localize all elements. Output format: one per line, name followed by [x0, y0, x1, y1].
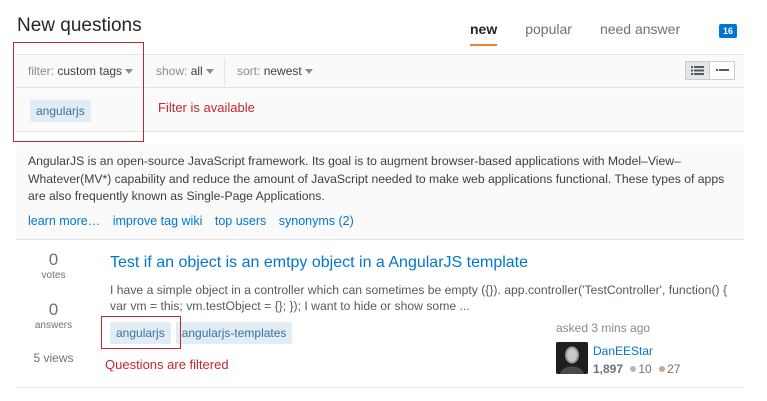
show-dropdown[interactable]: show: all — [156, 64, 214, 78]
reputation-score: 1,897 — [593, 362, 624, 376]
avatar[interactable] — [556, 342, 588, 374]
bronze-badge-icon — [659, 366, 666, 373]
user-avatar-image — [556, 342, 588, 374]
question-title-link[interactable]: Test if an object is an emtpy object in … — [110, 254, 528, 272]
page-title: New questions — [17, 15, 142, 36]
question-excerpt: I have a simple object in a controller w… — [110, 283, 728, 313]
sort-value: newest — [263, 64, 302, 78]
sort-dropdown[interactable]: sort: newest — [237, 64, 313, 78]
silver-badge-count: 10 — [638, 362, 652, 376]
sort-label: sort: — [237, 64, 261, 78]
bronze-badge-count: 27 — [667, 362, 681, 376]
tab-new[interactable]: new — [470, 21, 498, 46]
expanded-view-button[interactable] — [685, 61, 710, 80]
votes-number: 0 — [48, 250, 59, 269]
answers-label: answers — [34, 320, 73, 331]
tab-need-answer[interactable]: need answer — [600, 21, 680, 37]
view-count: 5 views — [33, 351, 74, 365]
show-value: all — [190, 64, 203, 78]
tag-wiki: AngularJS is an open-source JavaScript f… — [16, 145, 744, 240]
compact-view-button[interactable] — [710, 61, 735, 80]
vote-count: 0 votes — [16, 250, 91, 281]
annotation-box-filter — [13, 42, 144, 142]
user-reputation: 1,897 10 27 — [593, 362, 680, 376]
silver-badge-icon — [630, 366, 637, 373]
answers-number: 0 — [48, 300, 59, 319]
chevron-down-icon — [304, 69, 313, 74]
list-compact-icon — [715, 69, 729, 71]
learn-more-link[interactable]: learn more… — [28, 214, 100, 228]
tab-popular[interactable]: popular — [525, 21, 572, 37]
asked-time: asked 3 mins ago — [556, 321, 651, 335]
answer-count: 0 answers — [16, 300, 91, 331]
synonyms-link[interactable]: synonyms (2) — [279, 214, 354, 228]
votes-label: votes — [41, 270, 66, 281]
top-users-link[interactable]: top users — [215, 214, 266, 228]
annotation-filter-note: Filter is available — [158, 100, 255, 115]
annotation-questions-note: Questions are filtered — [105, 357, 229, 372]
annotation-box-tag — [101, 316, 181, 349]
show-label: show: — [156, 64, 188, 78]
tag-wiki-links: learn more… improve tag wiki top users s… — [28, 214, 363, 228]
chevron-down-icon — [205, 69, 214, 74]
question-tabs: new popular need answer — [470, 21, 708, 46]
improve-tag-wiki-link[interactable]: improve tag wiki — [113, 214, 203, 228]
new-count-badge[interactable]: 16 — [719, 24, 738, 38]
user-name-link[interactable]: DanEEStar — [593, 344, 653, 358]
tag-wiki-text: AngularJS is an open-source JavaScript f… — [28, 154, 725, 203]
view-toggle — [685, 61, 735, 80]
list-expanded-icon — [691, 66, 704, 75]
post-tag-angularjs-templates[interactable]: angularjs-templates — [175, 322, 293, 344]
divider — [224, 58, 225, 86]
